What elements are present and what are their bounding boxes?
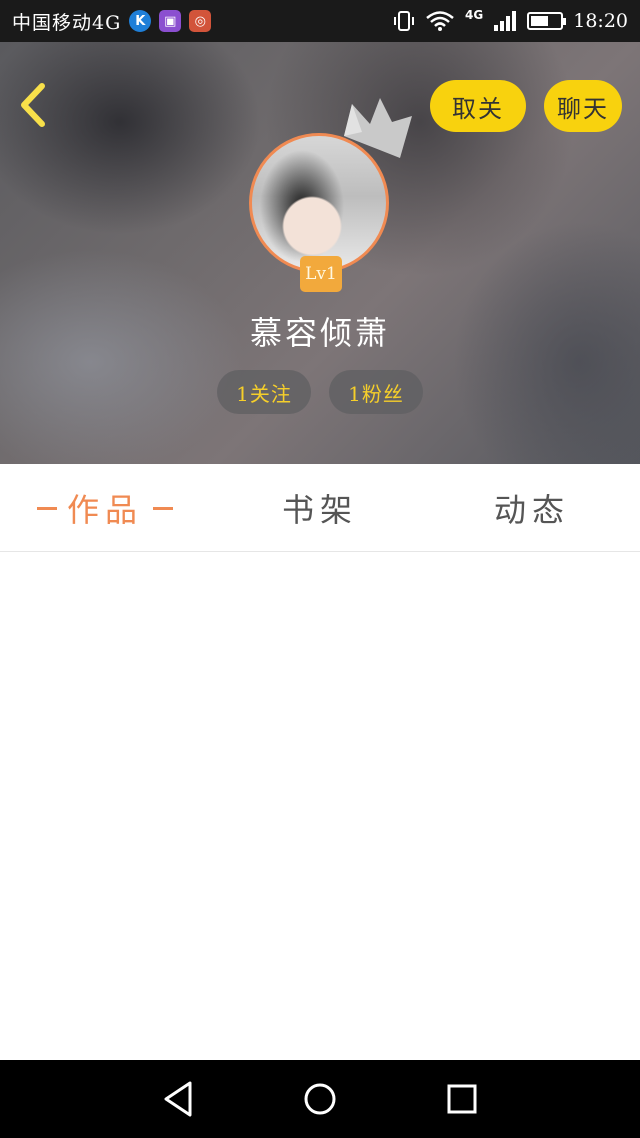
nickname: 慕容倾萧 [249, 314, 390, 352]
carrier-name: 中国移动4G [12, 11, 122, 34]
nav-recent-apps-icon[interactable] [442, 1079, 482, 1119]
level-badge: Lv1 [300, 256, 342, 292]
system-navigation-bar [0, 1060, 640, 1138]
network-type: 4G [465, 8, 484, 22]
signal-icon [494, 11, 517, 31]
tab-works[interactable]: 作品 [20, 464, 190, 552]
status-icons: 4G 18:20 [393, 8, 628, 32]
tab-active-indicator-left [36, 506, 57, 510]
wifi-icon [426, 11, 454, 31]
avatar[interactable] [249, 133, 389, 273]
tab-activity-label: 动态 [493, 491, 570, 529]
tab-bookshelf[interactable]: 书架 [250, 464, 390, 552]
tab-bookshelf-label: 书架 [281, 491, 358, 529]
status-bar: 中国移动4G K ▣ ◎ 4G 18:20 [0, 0, 640, 42]
following-count-button[interactable]: 1关注 [217, 370, 311, 414]
vibrate-icon [394, 11, 415, 31]
tab-active-indicator-right [153, 506, 173, 510]
works-content-area [0, 552, 640, 1060]
battery-icon [527, 12, 567, 30]
chat-button[interactable]: 聊天 [544, 80, 622, 132]
red-app-icon: ◎ [189, 10, 212, 32]
nav-back-icon[interactable] [158, 1079, 198, 1119]
unfollow-button[interactable]: 取关 [430, 80, 526, 132]
tab-works-label: 作品 [66, 491, 143, 529]
k-app-icon: K [129, 10, 152, 32]
gallery-app-icon: ▣ [159, 10, 182, 32]
back-button[interactable] [14, 80, 54, 130]
clock: 18:20 [573, 10, 628, 32]
fans-count-button[interactable]: 1粉丝 [329, 370, 423, 414]
tab-activity[interactable]: 动态 [462, 464, 602, 552]
nav-home-icon[interactable] [300, 1079, 340, 1119]
profile-tabs: 作品 书架 动态 [0, 464, 640, 552]
chevron-left-icon [21, 83, 45, 127]
profile-header: 取关 聊天 Lv1 慕容倾萧 1关注 1粉丝 [0, 42, 640, 464]
